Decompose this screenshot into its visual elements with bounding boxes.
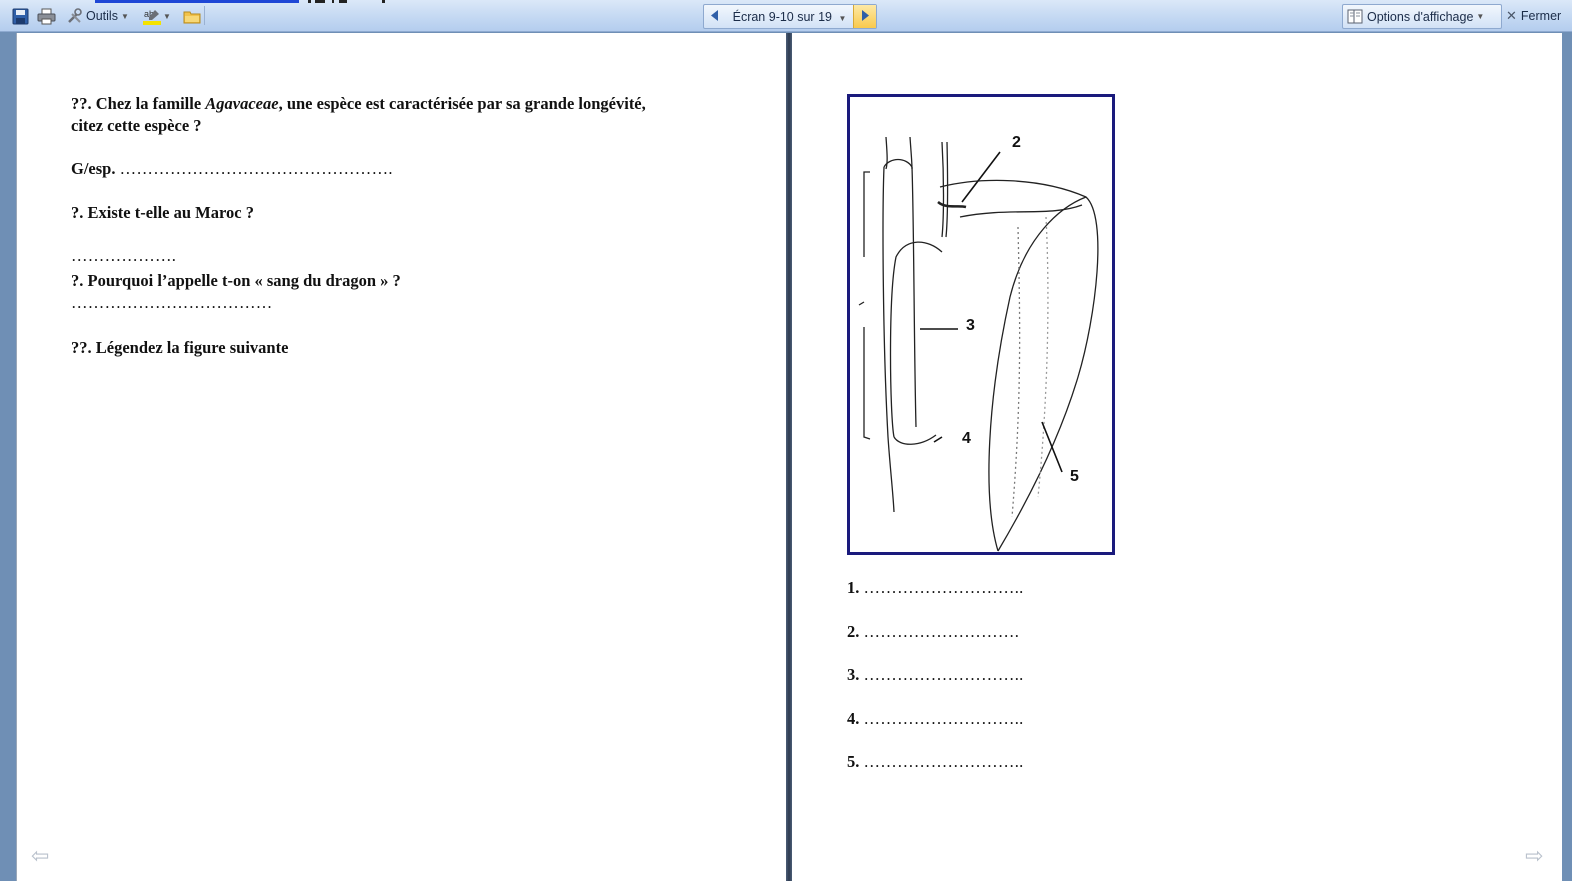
close-label: Fermer bbox=[1520, 9, 1562, 23]
page-back-button[interactable]: ⇦ bbox=[31, 846, 53, 868]
legend-item-5: 5. ……………………….. bbox=[847, 752, 1024, 772]
plant-drawing: 2 3 4 5 bbox=[858, 134, 1099, 552]
close-icon: ✕ bbox=[1506, 8, 1517, 23]
question-text: citez cette espèce ? bbox=[71, 116, 202, 135]
legend-item-4: 4. ……………………….. bbox=[847, 709, 1024, 729]
answer-blank: ………………………. bbox=[863, 622, 1020, 641]
legend-number: 4. bbox=[847, 709, 860, 728]
figure-label-5: 5 bbox=[1070, 468, 1079, 485]
view-options-icon bbox=[1347, 8, 1364, 25]
genus-species-line: G/esp. …………………………………………. bbox=[71, 158, 393, 180]
page-back-icon: ⇦ bbox=[31, 844, 50, 869]
legend-item-2: 2. ………………………. bbox=[847, 622, 1019, 642]
folder-icon bbox=[183, 8, 201, 25]
question-agavaceae: ??. Chez la famille Agavaceae, une espèc… bbox=[71, 93, 646, 137]
screen-navigation: Écran 9-10 sur 19 ▼ bbox=[703, 4, 877, 29]
question-text: ?. Existe t-elle au Maroc ? bbox=[71, 203, 254, 222]
tools-label: Outils bbox=[86, 9, 118, 23]
screen-counter-label: Écran 9-10 sur 19 bbox=[732, 9, 832, 24]
botanical-figure: 2 3 4 5 bbox=[847, 94, 1115, 555]
question-text: ??. Légendez la figure suivante bbox=[71, 338, 289, 357]
answer-maroc: ………………. bbox=[71, 245, 176, 267]
chevron-down-icon: ▼ bbox=[120, 11, 129, 21]
prev-arrow-icon bbox=[711, 9, 719, 24]
question-maroc: ?. Existe t-elle au Maroc ? bbox=[71, 202, 254, 224]
view-options-button[interactable]: Options d'affichage ▼ bbox=[1342, 4, 1502, 29]
top-text-fragment bbox=[308, 0, 388, 3]
answer-blank: ……………………….. bbox=[863, 665, 1024, 684]
legend-item-3: 3. ……………………….. bbox=[847, 665, 1024, 685]
question-text: , une espèce est caractérisée par sa gra… bbox=[278, 94, 646, 113]
legend-number: 3. bbox=[847, 665, 860, 684]
question-dragon: ?. Pourquoi l’appelle t-on « sang du dra… bbox=[71, 270, 401, 292]
question-text: ??. Chez la famille bbox=[71, 94, 206, 113]
next-screen-button[interactable] bbox=[853, 5, 876, 28]
previous-screen-button[interactable] bbox=[704, 5, 726, 28]
next-arrow-icon bbox=[861, 9, 869, 24]
legend-number: 5. bbox=[847, 752, 860, 771]
legend-item-1: 1. ……………………….. bbox=[847, 578, 1024, 598]
right-page: 2 3 4 5 1. ……………………….. 2. ………………………. 3. … bbox=[792, 33, 1562, 881]
toolbar-separator bbox=[204, 6, 205, 25]
answer-blank: ……………………….. bbox=[863, 709, 1024, 728]
answer-blank: …………………………………………. bbox=[119, 159, 393, 178]
print-icon bbox=[37, 8, 56, 25]
chevron-down-icon: ▼ bbox=[838, 13, 847, 23]
left-page: ??. Chez la famille Agavaceae, une espèc… bbox=[16, 33, 787, 881]
chevron-down-icon: ▼ bbox=[163, 11, 171, 21]
close-reading-button[interactable]: ✕ Fermer bbox=[1506, 6, 1561, 26]
legend-number: 1. bbox=[847, 578, 860, 597]
view-options-label: Options d'affichage bbox=[1367, 9, 1474, 24]
answer-blank: ……………………………… bbox=[71, 293, 273, 312]
answer-blank: ……………………….. bbox=[863, 752, 1024, 771]
print-button[interactable] bbox=[37, 6, 56, 26]
figure-label-2: 2 bbox=[1012, 134, 1021, 151]
folder-button[interactable] bbox=[183, 6, 201, 26]
family-name: Agavaceae bbox=[205, 94, 279, 113]
figure-label-3: 3 bbox=[966, 317, 975, 334]
answer-blank: ………………. bbox=[71, 246, 177, 265]
top-hyperlink-fragment[interactable] bbox=[95, 0, 299, 3]
tools-icon bbox=[66, 7, 83, 25]
page-forward-icon: ⇨ bbox=[1525, 844, 1544, 869]
save-button[interactable] bbox=[12, 6, 29, 26]
figure-label-4: 4 bbox=[962, 430, 971, 447]
legend-number: 2. bbox=[847, 622, 860, 641]
genus-species-label: G/esp. bbox=[71, 159, 116, 178]
tools-menu-button[interactable]: Outils ▼ bbox=[66, 6, 129, 26]
page-forward-button[interactable]: ⇨ bbox=[1525, 846, 1547, 868]
save-icon bbox=[12, 8, 29, 25]
question-legend: ??. Légendez la figure suivante bbox=[71, 337, 288, 359]
screen-counter[interactable]: Écran 9-10 sur 19 ▼ bbox=[726, 10, 853, 24]
answer-dragon: ……………………………… bbox=[71, 292, 273, 314]
question-text: ?. Pourquoi l’appelle t-on « sang du dra… bbox=[71, 271, 401, 290]
answer-blank: ……………………….. bbox=[863, 578, 1024, 597]
reading-toolbar: Outils ▼ ab ▼ Écran 9-10 sur 19 ▼ Option… bbox=[0, 0, 1572, 32]
chevron-down-icon: ▼ bbox=[1476, 12, 1485, 21]
highlight-icon: ab bbox=[143, 8, 161, 25]
highlight-button[interactable]: ab ▼ bbox=[143, 6, 171, 26]
